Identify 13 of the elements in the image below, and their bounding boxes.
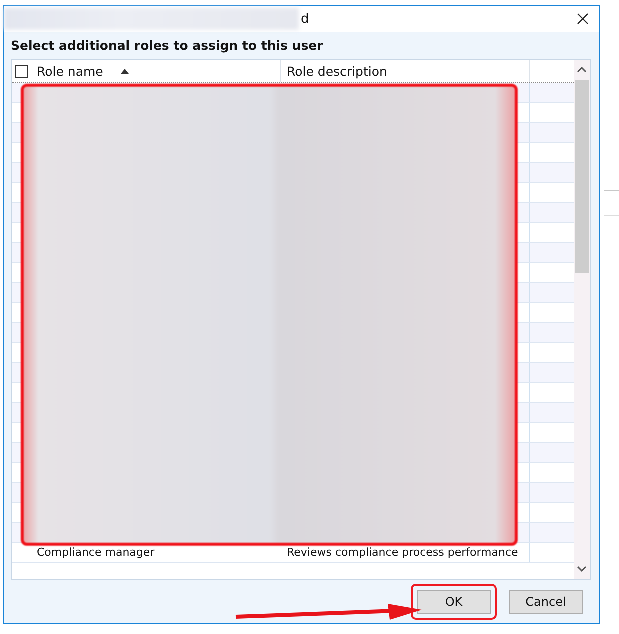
- scroll-down-icon[interactable]: [577, 566, 587, 572]
- dialog-button[interactable]: OK: [417, 590, 491, 614]
- scroll-up-icon[interactable]: [577, 67, 587, 73]
- scrollbar[interactable]: [574, 60, 590, 579]
- instruction-label: Select additional roles to assign to this user: [11, 38, 324, 55]
- column-header[interactable]: Role description: [281, 60, 530, 82]
- select-all-checkbox[interactable]: [15, 64, 28, 78]
- close-icon[interactable]: [577, 13, 589, 25]
- dialog-button[interactable]: Cancel: [509, 590, 583, 614]
- window-title: d: [300, 12, 310, 26]
- table-cell-text: Compliance manager: [36, 545, 156, 561]
- scroll-thumb[interactable]: [575, 80, 589, 273]
- column-header[interactable]: Role name: [31, 60, 281, 82]
